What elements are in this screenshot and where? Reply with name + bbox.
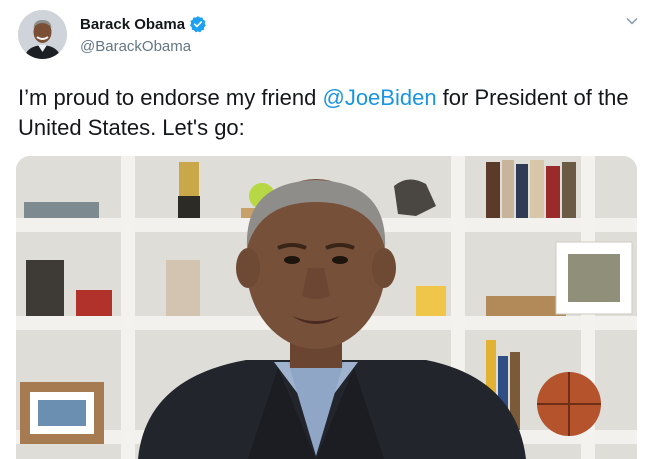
video-still-icon	[16, 156, 637, 459]
author-name-row: Barack Obama	[80, 15, 207, 33]
author-display-name[interactable]: Barack Obama	[80, 16, 185, 33]
tweet-text-before: I’m proud to endorse my friend	[18, 85, 323, 110]
author-avatar[interactable]	[18, 10, 67, 59]
tweet-card[interactable]: Barack Obama @BarackObama I’m proud to e…	[0, 0, 661, 459]
verified-badge-icon	[190, 16, 206, 33]
tweet-text: I’m proud to endorse my friend @JoeBiden…	[18, 83, 648, 143]
avatar-photo-icon	[18, 10, 67, 59]
chevron-down-icon[interactable]	[625, 14, 639, 28]
video-media[interactable]	[16, 156, 637, 459]
mention-link[interactable]: @JoeBiden	[322, 85, 436, 110]
author-handle[interactable]: @BarackObama	[80, 38, 191, 55]
